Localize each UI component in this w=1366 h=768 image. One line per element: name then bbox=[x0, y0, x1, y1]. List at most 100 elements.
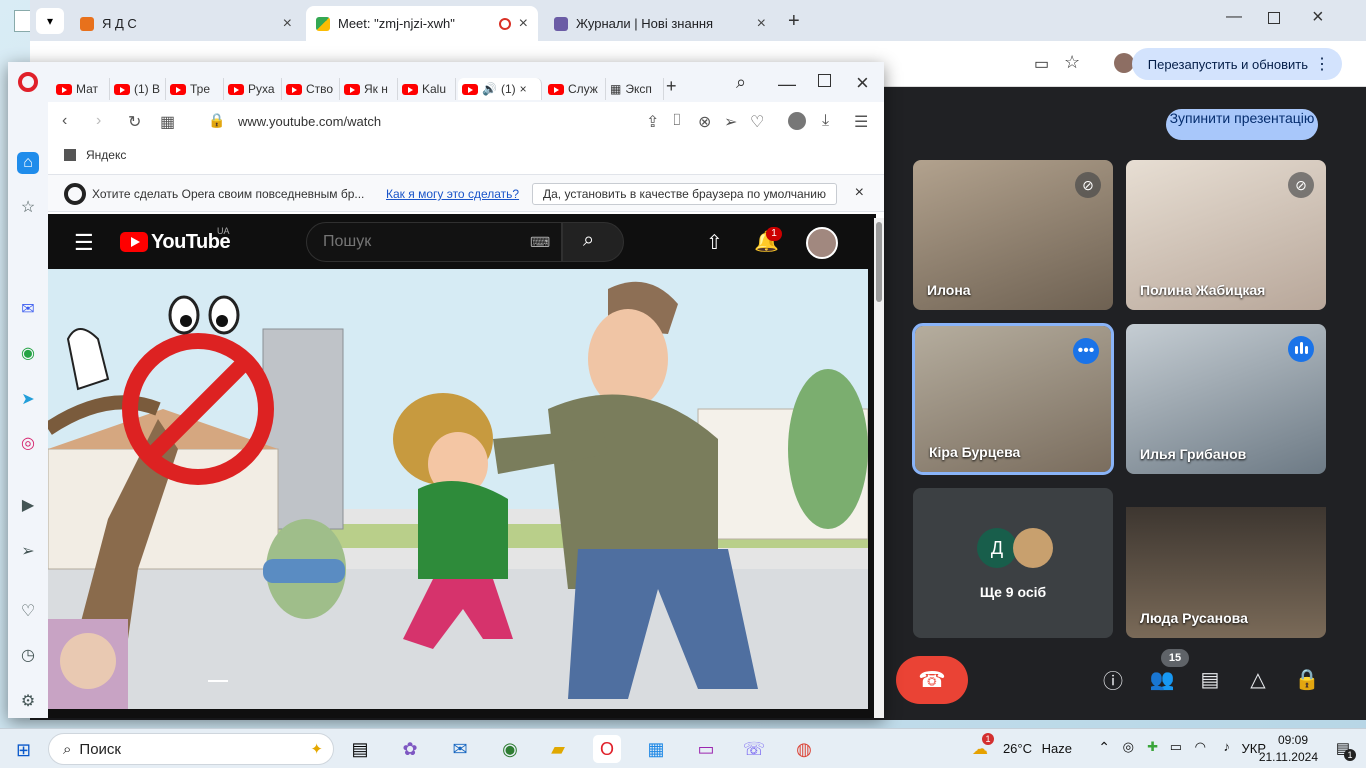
player-icon[interactable]: ▶ bbox=[17, 494, 39, 516]
set-default-button[interactable]: Да, установить в качестве браузера по ум… bbox=[532, 183, 837, 205]
participant-tile[interactable]: ⊘ Илона bbox=[913, 160, 1113, 310]
participant-tile-selected[interactable]: ••• Кіра Бурцева bbox=[912, 323, 1114, 475]
home-icon[interactable]: ⌂ bbox=[17, 152, 39, 174]
back-icon[interactable]: ‹ bbox=[62, 112, 67, 130]
minimize-icon[interactable]: — bbox=[778, 74, 796, 95]
participant-tile[interactable]: Илья Грибанов bbox=[1126, 324, 1326, 474]
speed-dial-icon[interactable]: ☆ bbox=[17, 196, 39, 218]
send-icon[interactable]: ➢ bbox=[17, 540, 39, 562]
close-icon[interactable]: × bbox=[520, 82, 527, 96]
taskbar-search[interactable]: ⌕ Поиск ✦ bbox=[48, 733, 334, 765]
send-page-icon[interactable]: ➢ bbox=[724, 112, 737, 132]
close-icon[interactable]: × bbox=[519, 15, 528, 33]
tab-search-button[interactable]: ▾ bbox=[36, 8, 64, 34]
copilot-icon[interactable]: ✿ bbox=[396, 735, 424, 763]
speaker-icon[interactable]: 🔊 bbox=[482, 82, 497, 96]
profile-icon[interactable] bbox=[788, 112, 806, 130]
download-icon[interactable]: ⤓ bbox=[822, 112, 829, 130]
bookmark-star-icon[interactable]: ☆ bbox=[1064, 52, 1080, 73]
upload-icon[interactable]: ⇧ bbox=[706, 230, 723, 255]
opera-tab[interactable]: Мат bbox=[52, 78, 110, 100]
chevron-up-icon[interactable]: ⌃ bbox=[1098, 739, 1110, 756]
history-icon[interactable]: ◷ bbox=[17, 644, 39, 666]
people-app-icon[interactable]: ◉ bbox=[496, 735, 524, 763]
how-to-link[interactable]: Как я могу это сделать? bbox=[386, 187, 519, 201]
more-options-icon[interactable]: ••• bbox=[1073, 338, 1099, 364]
heart-icon[interactable]: ♡ bbox=[17, 600, 39, 622]
task-view-icon[interactable]: ▤ bbox=[346, 735, 374, 763]
opera-tab[interactable]: (1) В bbox=[110, 78, 166, 100]
whatsapp-icon[interactable]: ◉ bbox=[17, 342, 39, 364]
clock-date[interactable]: 21.11.2024 bbox=[1259, 750, 1318, 764]
volume-icon[interactable]: ♪ bbox=[1224, 739, 1231, 754]
close-window-icon[interactable]: × bbox=[1312, 6, 1324, 29]
camera-tray-icon[interactable]: ◎ bbox=[1123, 739, 1134, 755]
info-icon[interactable]: ⓘ bbox=[1098, 664, 1128, 694]
activities-icon[interactable]: △ bbox=[1243, 664, 1273, 694]
participant-tile[interactable]: Люда Русанова bbox=[1126, 507, 1326, 638]
reload-icon[interactable]: ↻ bbox=[128, 112, 141, 132]
close-window-icon[interactable]: × bbox=[856, 70, 869, 96]
url-field[interactable]: www.youtube.com/watch bbox=[238, 114, 381, 129]
search-button[interactable]: ⌕ bbox=[562, 222, 624, 262]
telegram-icon[interactable]: ➤ bbox=[17, 388, 39, 410]
opera-tab[interactable]: ▦ Эксп bbox=[606, 78, 664, 100]
mail-icon[interactable]: ✉ bbox=[446, 735, 474, 763]
search-input[interactable] bbox=[306, 222, 562, 262]
presentation-icon[interactable]: ▭ bbox=[692, 735, 720, 763]
tabs-grid-icon[interactable]: ▦ bbox=[160, 112, 175, 132]
file-explorer-icon[interactable]: ▰ bbox=[544, 735, 572, 763]
people-icon[interactable]: 👥 bbox=[1147, 664, 1177, 694]
chat-icon[interactable]: ▤ bbox=[1195, 664, 1225, 694]
hang-up-button[interactable]: ☎ bbox=[896, 656, 968, 704]
messenger-icon[interactable]: ✉ bbox=[17, 298, 39, 320]
close-icon[interactable]: × bbox=[855, 184, 864, 202]
relaunch-update-button[interactable]: Перезапустить и обновить ⋮ bbox=[1131, 48, 1342, 80]
opera-tab[interactable]: Тре bbox=[166, 78, 224, 100]
wifi-icon[interactable]: ◠ bbox=[1195, 739, 1206, 755]
host-controls-icon[interactable]: 🔒 bbox=[1292, 664, 1322, 694]
temperature[interactable]: 26°C bbox=[1003, 741, 1032, 756]
menu-icon[interactable]: ☰ bbox=[74, 230, 94, 256]
store-icon[interactable]: ▦ bbox=[642, 735, 670, 763]
chrome-tab[interactable]: Журнали | Нові знання × bbox=[544, 6, 776, 41]
new-tab-icon[interactable]: + bbox=[666, 76, 677, 97]
close-icon[interactable]: × bbox=[757, 15, 766, 33]
account-avatar[interactable] bbox=[806, 227, 838, 259]
opera-tab[interactable]: Руха bbox=[224, 78, 282, 100]
more-people-tile[interactable]: Д Ще 9 осіб bbox=[913, 488, 1113, 638]
more-vert-icon[interactable]: ⋮ bbox=[1314, 54, 1330, 74]
opera-taskbar-icon[interactable]: O bbox=[593, 735, 621, 763]
viber-icon[interactable]: ☏ bbox=[740, 735, 768, 763]
bookmark-yandex[interactable]: Яндекс bbox=[86, 148, 126, 162]
easy-setup-icon[interactable]: ☰ bbox=[854, 112, 868, 132]
start-icon[interactable]: ⊞ bbox=[16, 740, 31, 761]
snapshot-icon[interactable]: ⌷ bbox=[672, 112, 682, 130]
opera-tab-active[interactable]: 🔊 (1) × bbox=[458, 78, 542, 100]
opera-tab[interactable]: Ство bbox=[282, 78, 340, 100]
close-icon[interactable]: × bbox=[283, 15, 292, 33]
opera-tab[interactable]: Kalu bbox=[398, 78, 456, 100]
minimize-icon[interactable]: — bbox=[1226, 8, 1242, 26]
maximize-icon[interactable] bbox=[818, 74, 831, 87]
weather-desc[interactable]: Haze bbox=[1042, 741, 1072, 756]
video-player[interactable] bbox=[48, 269, 868, 709]
new-tab-icon[interactable]: + bbox=[788, 10, 800, 33]
keyboard-icon[interactable]: ⌨ bbox=[530, 234, 550, 251]
settings-icon[interactable]: ⚙ bbox=[17, 690, 39, 712]
participant-tile[interactable]: ⊘ Полина Жабицкая bbox=[1126, 160, 1326, 310]
battery-icon[interactable]: ▭ bbox=[1170, 739, 1182, 755]
security-icon[interactable]: ✚ bbox=[1147, 739, 1158, 755]
adblock-icon[interactable]: ⊗ bbox=[698, 112, 711, 132]
share-icon[interactable]: ⇪ bbox=[646, 112, 659, 132]
search-icon[interactable]: ⌕ bbox=[736, 72, 746, 93]
chrome-taskbar-icon[interactable]: ◍ bbox=[790, 735, 818, 763]
scrollbar[interactable] bbox=[874, 218, 884, 718]
maximize-icon[interactable] bbox=[1268, 12, 1280, 24]
chrome-tab-active[interactable]: Meet: "zmj-njzi-xwh" × bbox=[306, 6, 538, 41]
opera-logo-icon[interactable] bbox=[18, 72, 38, 92]
camera-icon[interactable]: ▭ bbox=[1034, 54, 1049, 74]
opera-tab[interactable]: Служ bbox=[544, 78, 606, 100]
heart-icon[interactable]: ♡ bbox=[750, 112, 764, 132]
clock-time[interactable]: 09:09 bbox=[1278, 733, 1308, 747]
